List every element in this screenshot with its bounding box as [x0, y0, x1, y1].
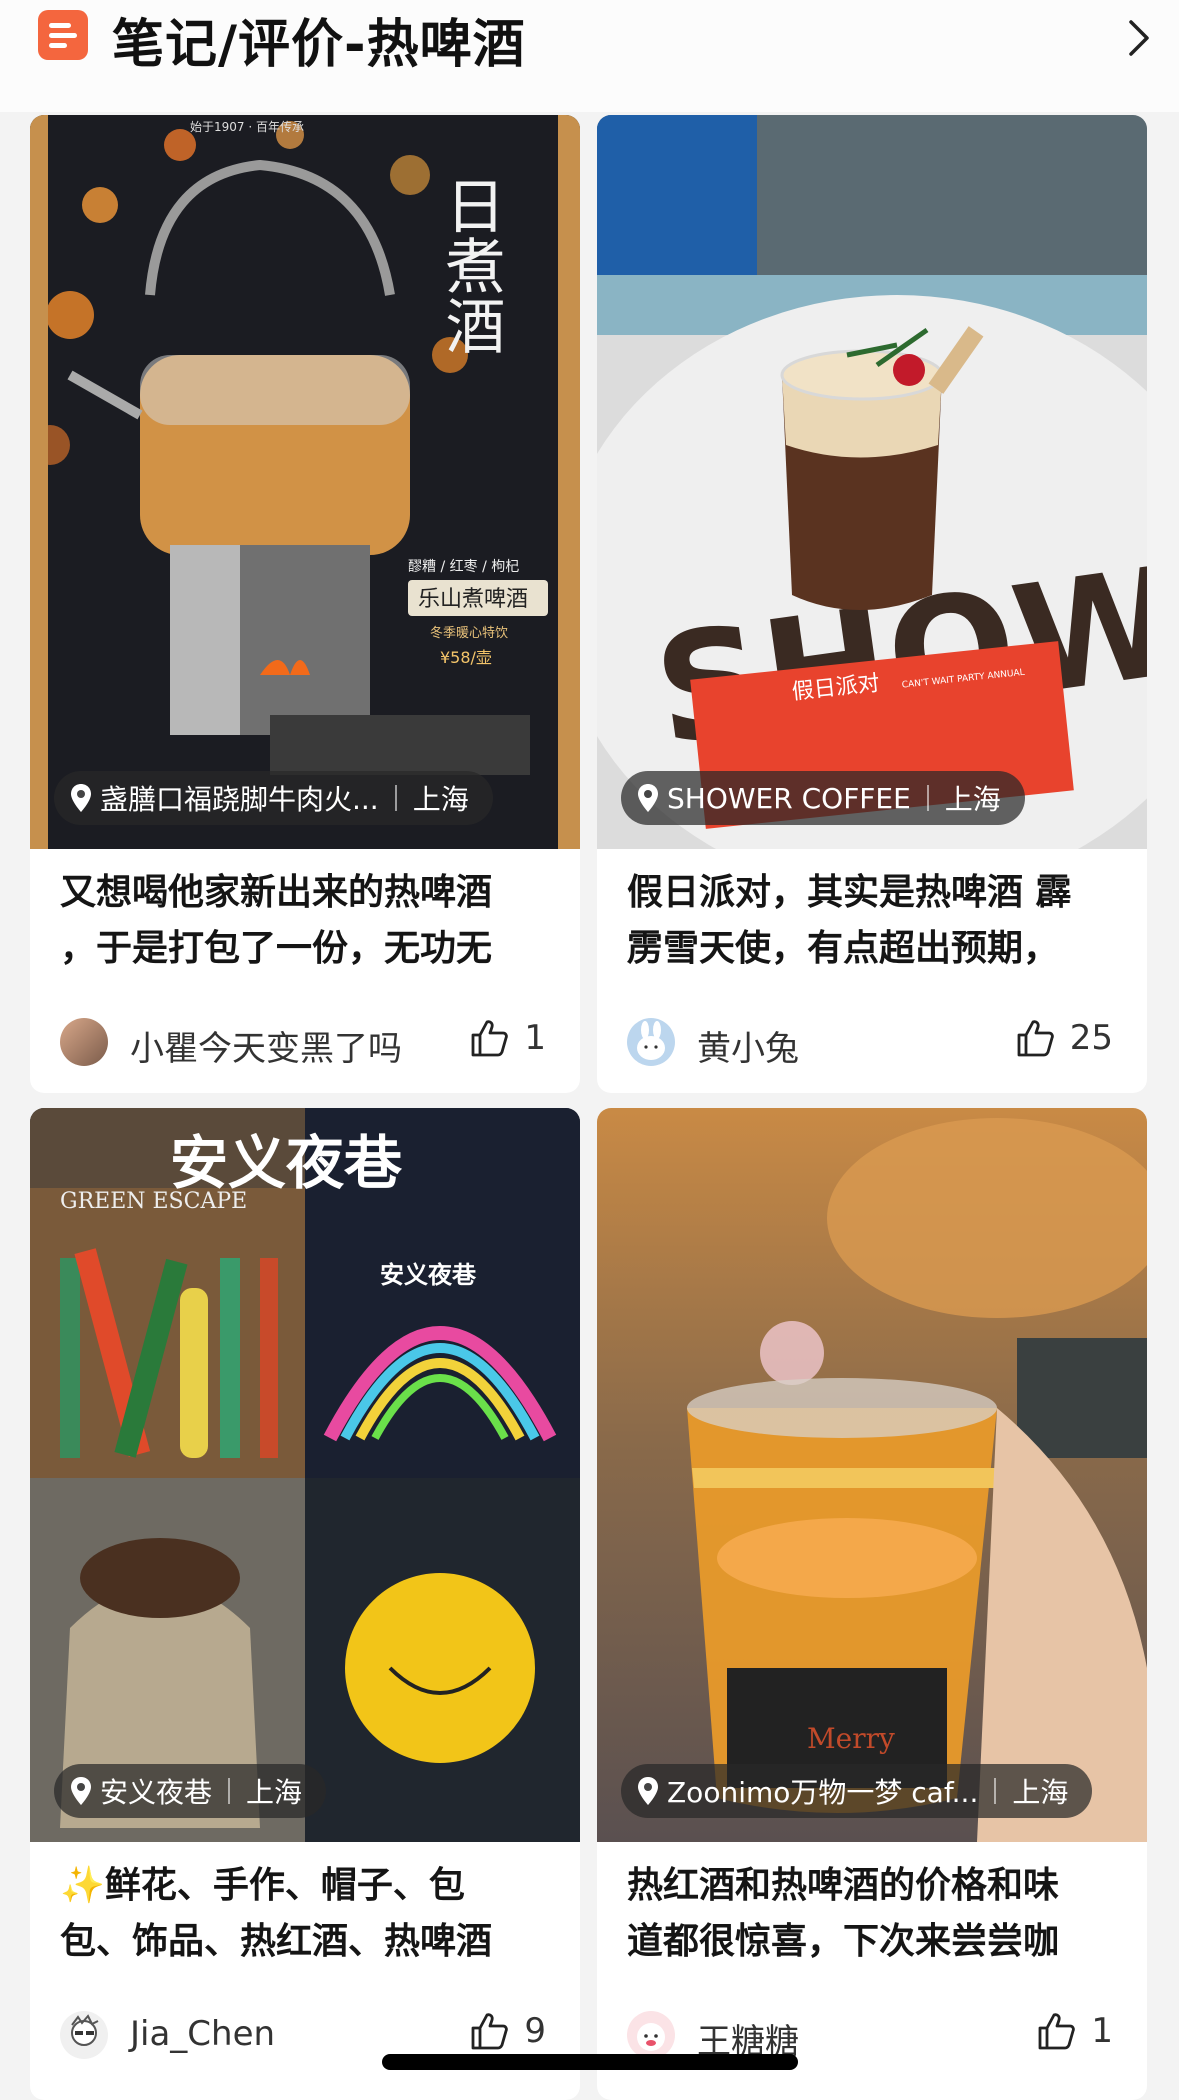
location-tag[interactable]: 安义夜巷 上海 — [54, 1764, 327, 1818]
note-card[interactable]: 安义夜巷 GREEN ESCAPE 安义夜巷 安义夜巷 上海 ✨鲜花、手作、帽子… — [30, 1108, 580, 2100]
avatar[interactable] — [60, 2011, 108, 2059]
thumbs-up-icon — [1038, 2013, 1076, 2050]
note-card[interactable]: Merry Zoonimo万物一梦 caf... 上海 热红酒和热啤酒的价格和味… — [597, 1108, 1147, 2100]
chevron-right-icon[interactable] — [1121, 18, 1155, 58]
note-card[interactable]: 始于1907 · 百年传承 日煮酒 醪糟 / 红枣 / 枸杞 乐山煮啤酒 冬季暖… — [30, 115, 580, 1093]
location-city: 上海 — [944, 783, 1001, 816]
location-pin-icon — [71, 784, 91, 812]
photo-text: 乐山煮啤酒 — [418, 587, 528, 612]
notes-icon — [38, 10, 88, 60]
divider — [926, 785, 929, 811]
like-button[interactable]: 25 — [1016, 1018, 1113, 1058]
note-photo: Merry — [597, 1108, 1147, 1842]
like-count: 25 — [1069, 1018, 1113, 1058]
like-count: 1 — [1091, 2011, 1113, 2051]
note-photo: 始于1907 · 百年传承 日煮酒 醪糟 / 红枣 / 枸杞 乐山煮啤酒 冬季暖… — [30, 115, 580, 849]
location-tag[interactable]: Zoonimo万物一梦 caf... 上海 — [621, 1764, 1093, 1818]
like-button[interactable]: 1 — [1037, 2011, 1113, 2051]
note-title[interactable]: 假日派对，其实是热啤酒 霹 雳雪天使，有点超出预期， — [627, 865, 1127, 977]
photo-text: 始于1907 · 百年传承 — [190, 119, 304, 134]
page-title: 笔记/评价-热啤酒 — [112, 15, 526, 75]
like-count: 1 — [524, 1018, 546, 1058]
location-tag[interactable]: 盏膳口福跷脚牛肉火... 上海 — [54, 771, 493, 825]
location-pin-icon — [638, 1777, 658, 1805]
note-title[interactable]: 又想喝他家新出来的热啤酒 ，于是打包了一份，无功无 — [60, 865, 560, 977]
note-title[interactable]: 热红酒和热啤酒的价格和味 道都很惊喜，下次来尝尝咖 — [627, 1858, 1127, 1970]
author-name[interactable]: Jia_Chen — [130, 2014, 275, 2054]
like-count: 9 — [524, 2011, 546, 2051]
home-indicator[interactable] — [382, 2054, 798, 2070]
location-city: 上海 — [246, 1776, 303, 1809]
note-photo: 安义夜巷 GREEN ESCAPE 安义夜巷 — [30, 1108, 580, 1842]
like-button[interactable]: 1 — [470, 1018, 546, 1058]
location-name: SHOWER COFFEE — [667, 781, 911, 815]
note-photo: SHOWER 假日派对 CAN'T WAIT PARTY ANNUAL — [597, 115, 1147, 849]
avatar[interactable] — [60, 1018, 108, 1066]
location-pin-icon — [638, 784, 658, 812]
photo-text: 安义夜巷 — [380, 1261, 477, 1289]
author-name[interactable]: 小瞿今天变黑了吗 — [130, 1021, 402, 1070]
location-name: 盏膳口福跷脚牛肉火... — [100, 783, 379, 816]
location-tag[interactable]: SHOWER COFFEE 上海 — [621, 771, 1025, 825]
thumbs-up-icon — [471, 1020, 509, 1057]
photo-text: 日煮酒 — [435, 175, 505, 355]
location-name: Zoonimo万物一梦 caf... — [667, 1776, 979, 1809]
location-pin-icon — [71, 1777, 91, 1805]
note-card[interactable]: SHOWER 假日派对 CAN'T WAIT PARTY ANNUAL SHOW… — [597, 115, 1147, 1093]
avatar[interactable] — [627, 1018, 675, 1066]
author-name[interactable]: 黄小兔 — [697, 1021, 799, 1070]
thumbs-up-icon — [1017, 1020, 1054, 1057]
divider — [994, 1778, 997, 1804]
photo-text: Merry — [807, 1722, 895, 1755]
photo-text: ¥58/壶 — [440, 648, 492, 667]
location-city: 上海 — [412, 783, 469, 816]
location-name: 安义夜巷 — [100, 1776, 213, 1809]
note-title[interactable]: ✨鲜花、手作、帽子、包 包、饰品、热红酒、热啤酒 — [60, 1858, 560, 1970]
like-button[interactable]: 9 — [470, 2011, 546, 2051]
photo-text: 安义夜巷 — [170, 1129, 403, 1197]
avatar[interactable] — [627, 2011, 675, 2059]
photo-text: 醪糟 / 红枣 / 枸杞 — [408, 559, 519, 575]
photo-text: 冬季暖心特饮 — [430, 625, 508, 641]
divider — [394, 785, 397, 811]
divider — [228, 1778, 231, 1804]
header: 笔记/评价-热啤酒 — [0, 0, 1179, 112]
location-city: 上海 — [1012, 1776, 1069, 1809]
thumbs-up-icon — [471, 2013, 509, 2050]
photo-text: GREEN ESCAPE — [60, 1189, 247, 1214]
